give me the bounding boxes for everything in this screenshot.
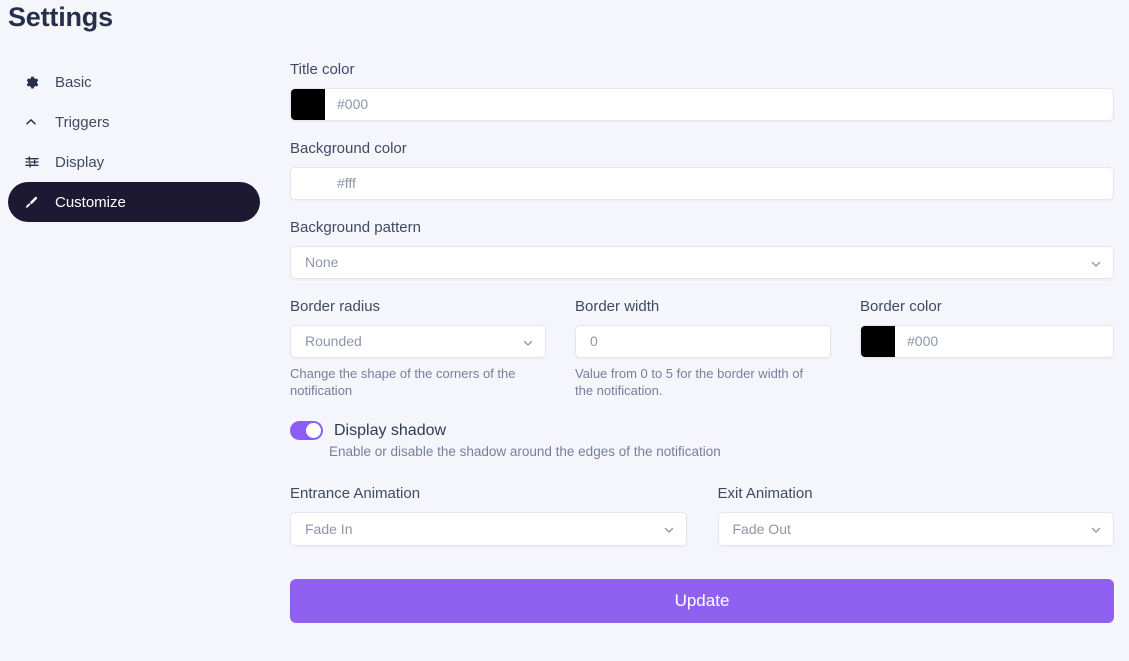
border-width-hint: Value from 0 to 5 for the border width o… — [575, 366, 804, 398]
border-width-label: Border width — [575, 298, 660, 315]
exit-animation-field: Exit Animation Fade Out — [717, 484, 1114, 546]
title-color-swatch[interactable] — [291, 89, 325, 120]
settings-sidebar: Basic Triggers Display Customize — [8, 62, 260, 222]
background-pattern-value: None — [305, 254, 339, 270]
border-radius-field: Border radius Rounded Change the shape o… — [290, 297, 546, 399]
exit-animation-value: Fade Out — [732, 520, 791, 537]
background-pattern-field: Background pattern None — [290, 218, 1114, 279]
sidebar-item-label: Basic — [55, 73, 92, 91]
border-radius-select[interactable]: Rounded — [290, 325, 546, 358]
border-radius-hint: Change the shape of the corners of the n… — [290, 366, 516, 398]
gear-icon — [24, 75, 46, 90]
border-width-input[interactable]: 0 — [575, 325, 831, 358]
sidebar-item-label: Triggers — [55, 113, 110, 131]
sidebar-item-label: Customize — [55, 193, 126, 211]
entrance-animation-select[interactable]: Fade In — [290, 512, 687, 546]
entrance-animation-label: Entrance Animation — [290, 485, 421, 502]
title-color-label: Title color — [290, 61, 355, 78]
sidebar-item-display[interactable]: Display — [8, 142, 260, 182]
entrance-animation-value: Fade In — [305, 520, 353, 537]
border-settings-row: Border radius Rounded Change the shape o… — [290, 297, 1114, 399]
border-color-input[interactable]: #000 — [860, 325, 1114, 358]
paintbrush-icon — [24, 195, 46, 210]
customize-form: Title color #000 Background color #fff B… — [290, 60, 1114, 623]
border-width-value: 0 — [590, 333, 598, 349]
border-color-value: #000 — [907, 333, 939, 349]
update-button[interactable]: Update — [290, 579, 1114, 623]
toggle-knob — [306, 423, 321, 438]
background-color-value: #fff — [337, 175, 356, 191]
title-color-field: Title color #000 — [290, 60, 1114, 121]
sidebar-item-customize[interactable]: Customize — [8, 182, 260, 222]
exit-animation-label: Exit Animation — [717, 485, 813, 502]
border-color-swatch[interactable] — [861, 326, 895, 357]
background-color-swatch[interactable] — [291, 168, 325, 199]
chevron-down-icon — [1090, 257, 1102, 269]
animation-row: Entrance Animation Fade In Exit Animatio… — [290, 484, 1114, 546]
chevron-down-icon — [1090, 523, 1102, 535]
title-color-value: #000 — [337, 96, 369, 112]
title-color-input[interactable]: #000 — [290, 88, 1114, 121]
chevron-up-icon — [24, 115, 46, 129]
display-shadow-toggle[interactable] — [290, 421, 323, 440]
exit-animation-select[interactable]: Fade Out — [717, 512, 1114, 546]
background-pattern-label: Background pattern — [290, 219, 421, 236]
background-color-field: Background color #fff — [290, 139, 1114, 200]
background-color-input[interactable]: #fff — [290, 167, 1114, 200]
border-radius-value: Rounded — [305, 333, 362, 349]
sliders-icon — [24, 154, 46, 170]
border-width-field: Border width 0 Value from 0 to 5 for the… — [575, 297, 831, 399]
display-shadow-row: Display shadow — [290, 421, 1114, 440]
border-color-label: Border color — [860, 298, 942, 315]
border-radius-label: Border radius — [290, 298, 381, 315]
page-title: Settings — [8, 2, 113, 32]
entrance-animation-field: Entrance Animation Fade In — [290, 484, 687, 546]
sidebar-item-label: Display — [55, 153, 105, 171]
border-color-field: Border color #000 — [860, 297, 1114, 399]
sidebar-item-basic[interactable]: Basic — [8, 62, 260, 102]
chevron-down-icon — [522, 336, 534, 348]
background-color-label: Background color — [290, 140, 407, 157]
settings-page: Settings Basic Triggers Display Customiz… — [0, 0, 1129, 661]
display-shadow-label: Display shadow — [334, 421, 447, 439]
background-pattern-select[interactable]: None — [290, 246, 1114, 279]
sidebar-item-triggers[interactable]: Triggers — [8, 102, 260, 142]
display-shadow-hint: Enable or disable the shadow around the … — [329, 444, 721, 459]
chevron-down-icon — [663, 523, 675, 535]
